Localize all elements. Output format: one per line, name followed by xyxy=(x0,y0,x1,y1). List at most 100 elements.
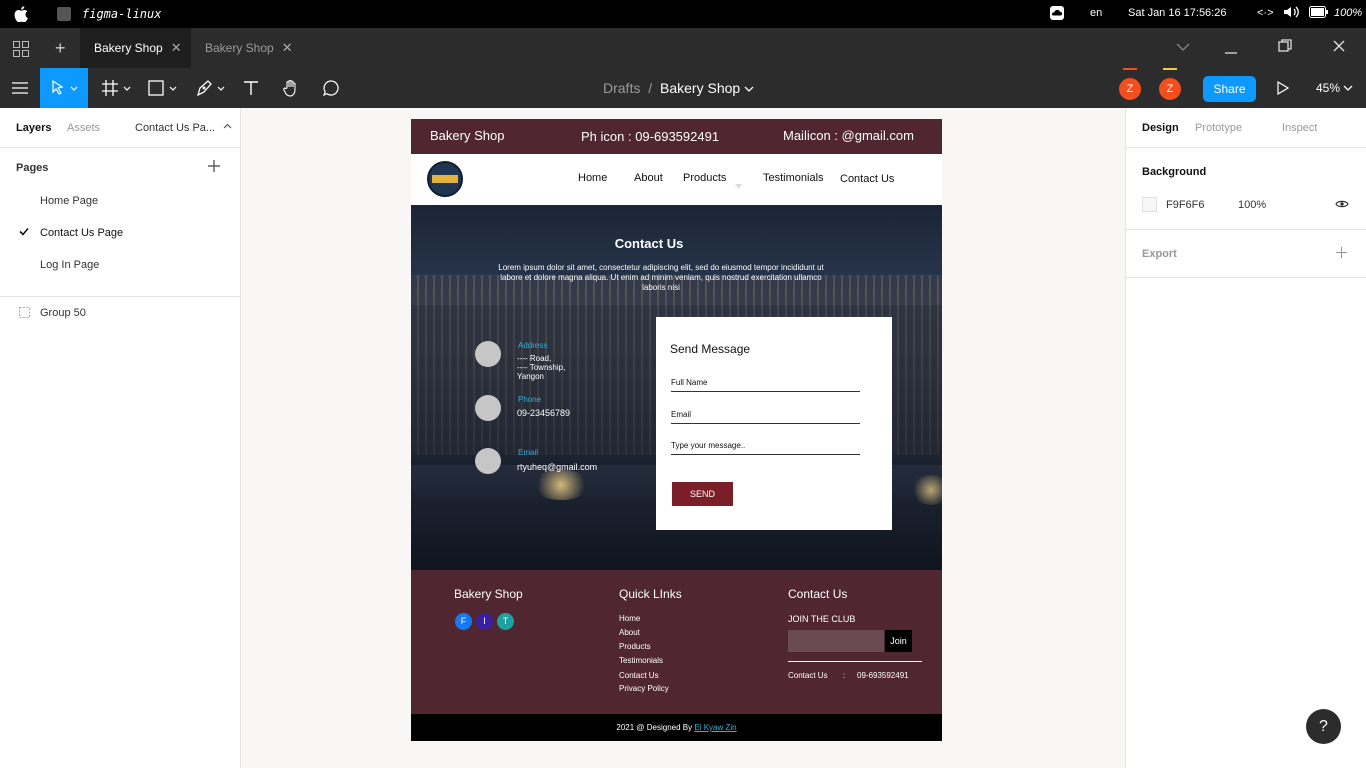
email-value: rtyuheq@gmail.com xyxy=(517,462,598,472)
share-button[interactable]: Share xyxy=(1203,76,1256,102)
comment-tool[interactable] xyxy=(320,68,342,108)
nav-about[interactable]: About xyxy=(634,172,663,184)
tab-assets[interactable]: Assets xyxy=(67,122,100,134)
footer-link-about[interactable]: About xyxy=(619,628,640,637)
twitter-icon[interactable]: T xyxy=(497,613,514,630)
hand-tool[interactable] xyxy=(280,68,302,108)
cloud-icon[interactable] xyxy=(1050,6,1064,23)
footer-link-products[interactable]: Products xyxy=(619,642,651,651)
breadcrumb: Drafts / Bakery Shop xyxy=(603,80,754,96)
play-icon xyxy=(1277,81,1289,95)
breadcrumb-file-name[interactable]: Bakery Shop xyxy=(660,80,740,96)
message-field[interactable]: Type your message.. xyxy=(671,441,860,455)
main-menu-icon[interactable] xyxy=(8,68,32,108)
tab-bakery-shop[interactable]: Bakery Shop ✕ xyxy=(191,28,301,68)
network-icon[interactable]: <·> xyxy=(1257,7,1274,19)
footer-brand: Bakery Shop xyxy=(454,587,523,601)
footer-link-privacy-policy[interactable]: Privacy Policy xyxy=(619,684,669,693)
footer-link-testimonials[interactable]: Testimonials xyxy=(619,656,663,665)
street-light xyxy=(531,470,591,500)
color-swatch[interactable] xyxy=(1142,197,1157,212)
battery-percent: 100% xyxy=(1334,7,1363,19)
phone-value: 09-23456789 xyxy=(517,408,571,418)
current-page-selector[interactable]: Contact Us Pa... xyxy=(135,122,215,134)
present-button[interactable] xyxy=(1272,68,1294,108)
footer-contact-colon: : xyxy=(843,671,846,680)
check-icon xyxy=(19,227,29,239)
layer-group-50[interactable]: Group 50 xyxy=(40,307,86,319)
user-avatar[interactable]: Z xyxy=(1119,78,1141,100)
tab-prototype[interactable]: Prototype xyxy=(1195,122,1242,134)
background-heading: Background xyxy=(1142,166,1207,178)
battery-icon[interactable] xyxy=(1309,6,1329,21)
footer-contact-label: Contact Us xyxy=(788,671,828,680)
restore-icon[interactable] xyxy=(1278,39,1292,56)
figma-app-icon xyxy=(57,7,71,21)
apple-icon[interactable] xyxy=(14,6,28,22)
nav-contact-us[interactable]: Contact Us xyxy=(840,173,894,185)
tab-bakery-shop-active[interactable]: Bakery Shop ✕ xyxy=(80,28,191,68)
volume-icon[interactable] xyxy=(1283,5,1301,22)
new-tab-plus-icon[interactable]: + xyxy=(55,38,66,59)
facebook-icon[interactable]: F xyxy=(455,613,472,630)
help-button[interactable]: ? xyxy=(1306,709,1341,744)
chevron-down-icon[interactable] xyxy=(744,80,754,96)
zoom-dropdown[interactable]: 45% xyxy=(1316,81,1353,95)
shape-tool[interactable] xyxy=(146,68,180,108)
clock[interactable]: Sat Jan 16 17:56:26 xyxy=(1128,7,1226,19)
add-page-icon[interactable] xyxy=(208,159,220,177)
nav-testimonials[interactable]: Testimonials xyxy=(763,172,824,184)
chevron-up-icon[interactable] xyxy=(223,121,232,133)
background-hex[interactable]: F9F6F6 xyxy=(1166,199,1205,211)
footer-link-contact-us[interactable]: Contact Us xyxy=(619,671,659,680)
author-link[interactable]: Ei Kyaw Zin xyxy=(694,723,736,732)
email-field[interactable]: Email xyxy=(671,410,860,424)
language-indicator[interactable]: en xyxy=(1090,7,1102,19)
chevron-down-icon[interactable] xyxy=(735,176,742,194)
close-window-icon[interactable] xyxy=(1332,39,1346,56)
footer-link-home[interactable]: Home xyxy=(619,614,640,623)
copyright-text: 2021 @ Designed By xyxy=(616,723,695,732)
grid-icon[interactable] xyxy=(13,41,29,57)
close-icon[interactable]: ✕ xyxy=(282,40,293,55)
chevron-down-icon[interactable] xyxy=(1175,39,1191,58)
layers-panel: Layers Assets Contact Us Pa... Pages Hom… xyxy=(0,108,241,768)
tab-design[interactable]: Design xyxy=(1142,122,1179,134)
join-email-input[interactable] xyxy=(788,630,884,652)
file-tab-bar: + Bakery Shop ✕ Bakery Shop ✕ xyxy=(0,28,1366,68)
page-item-log-in[interactable]: Log In Page xyxy=(40,259,99,271)
footer-contact-phone: 09-693592491 xyxy=(857,671,909,680)
add-export-icon[interactable] xyxy=(1336,247,1347,261)
page-item-home[interactable]: Home Page xyxy=(40,195,98,207)
footer-contact-heading: Contact Us xyxy=(788,587,848,601)
bakery-logo[interactable] xyxy=(427,161,463,197)
join-button[interactable]: Join xyxy=(885,630,912,652)
instagram-icon[interactable]: I xyxy=(476,613,493,630)
user-avatar[interactable]: Z xyxy=(1159,78,1181,100)
nav-home[interactable]: Home xyxy=(578,172,607,184)
left-panel-tabs: Layers Assets Contact Us Pa... xyxy=(0,108,240,148)
hero-title: Contact Us xyxy=(614,236,684,251)
close-icon[interactable]: ✕ xyxy=(171,40,182,55)
nav-products[interactable]: Products xyxy=(683,172,726,184)
tab-inspect[interactable]: Inspect xyxy=(1282,122,1317,134)
text-tool[interactable] xyxy=(240,68,262,108)
breadcrumb-drafts[interactable]: Drafts xyxy=(603,80,640,96)
eye-icon[interactable] xyxy=(1335,199,1349,212)
full-name-field[interactable]: Full Name xyxy=(671,378,860,392)
tab-layers[interactable]: Layers xyxy=(16,122,51,134)
hero-text: Lorem ipsum dolor sit amet, consectetur … xyxy=(498,263,824,292)
background-opacity[interactable]: 100% xyxy=(1238,199,1266,211)
avatar-indicator xyxy=(1123,68,1137,70)
pen-tool[interactable] xyxy=(194,68,228,108)
contact-us-frame[interactable]: Bakery Shop Ph icon : 09-693592491 Maili… xyxy=(411,119,942,741)
contact-hero: Contact Us Lorem ipsum dolor sit amet, c… xyxy=(411,205,942,570)
page-item-contact-us[interactable]: Contact Us Page xyxy=(40,227,123,239)
rectangle-icon xyxy=(148,80,177,96)
frame-tool[interactable] xyxy=(100,68,134,108)
minimize-icon[interactable] xyxy=(1224,39,1238,58)
address-icon xyxy=(475,341,501,367)
frame-icon xyxy=(102,80,131,96)
move-tool[interactable] xyxy=(40,68,88,108)
send-button[interactable]: SEND xyxy=(672,482,733,506)
